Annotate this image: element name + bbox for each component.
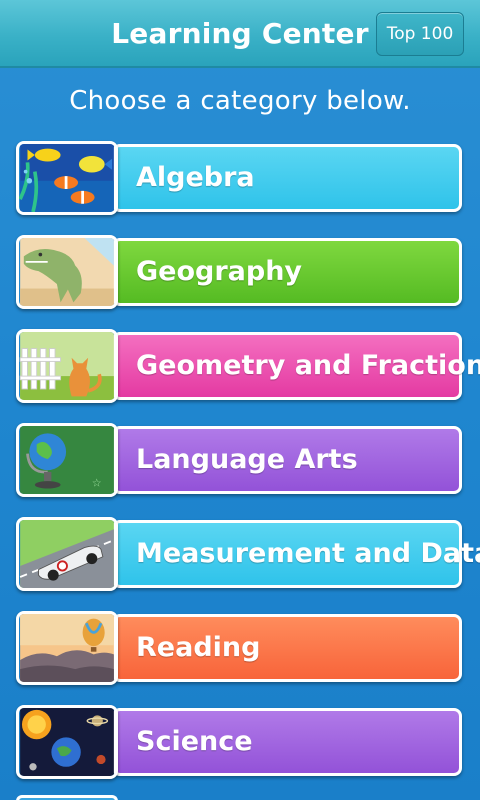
category-label: Geometry and Fractions xyxy=(136,350,480,381)
category-algebra[interactable]: Algebra xyxy=(16,141,464,215)
category-measurement-and-data[interactable]: Measurement and Data xyxy=(16,517,480,591)
category-geometry-and-fractions[interactable]: Geometry and Fractions xyxy=(16,329,480,403)
category-label: Language Arts xyxy=(136,444,358,475)
app-header: Learning Center Top 100 xyxy=(0,0,480,68)
svg-text:☆: ☆ xyxy=(92,477,102,490)
cat-fence-icon xyxy=(16,329,118,403)
next-category-edge xyxy=(16,795,118,800)
category-label: Reading xyxy=(136,632,261,663)
planets-icon xyxy=(16,705,118,779)
category-label: Geography xyxy=(136,256,303,287)
dinosaur-icon xyxy=(16,235,118,309)
category-label: Measurement and Data xyxy=(136,538,480,569)
category-science[interactable]: Science xyxy=(16,705,464,779)
top-100-button[interactable]: Top 100 xyxy=(376,12,464,56)
race-car-icon xyxy=(16,517,118,591)
hot-air-balloon-icon xyxy=(16,611,118,685)
category-label: Algebra xyxy=(136,162,255,193)
globe-icon: ☆ xyxy=(16,423,118,497)
instructions-text: Choose a category below. xyxy=(69,86,411,116)
category-label: Science xyxy=(136,726,253,757)
category-language-arts[interactable]: Language Arts ☆ xyxy=(16,423,464,497)
fish-icon xyxy=(16,141,118,215)
category-reading[interactable]: Reading xyxy=(16,611,464,685)
category-geography[interactable]: Geography xyxy=(16,235,464,309)
